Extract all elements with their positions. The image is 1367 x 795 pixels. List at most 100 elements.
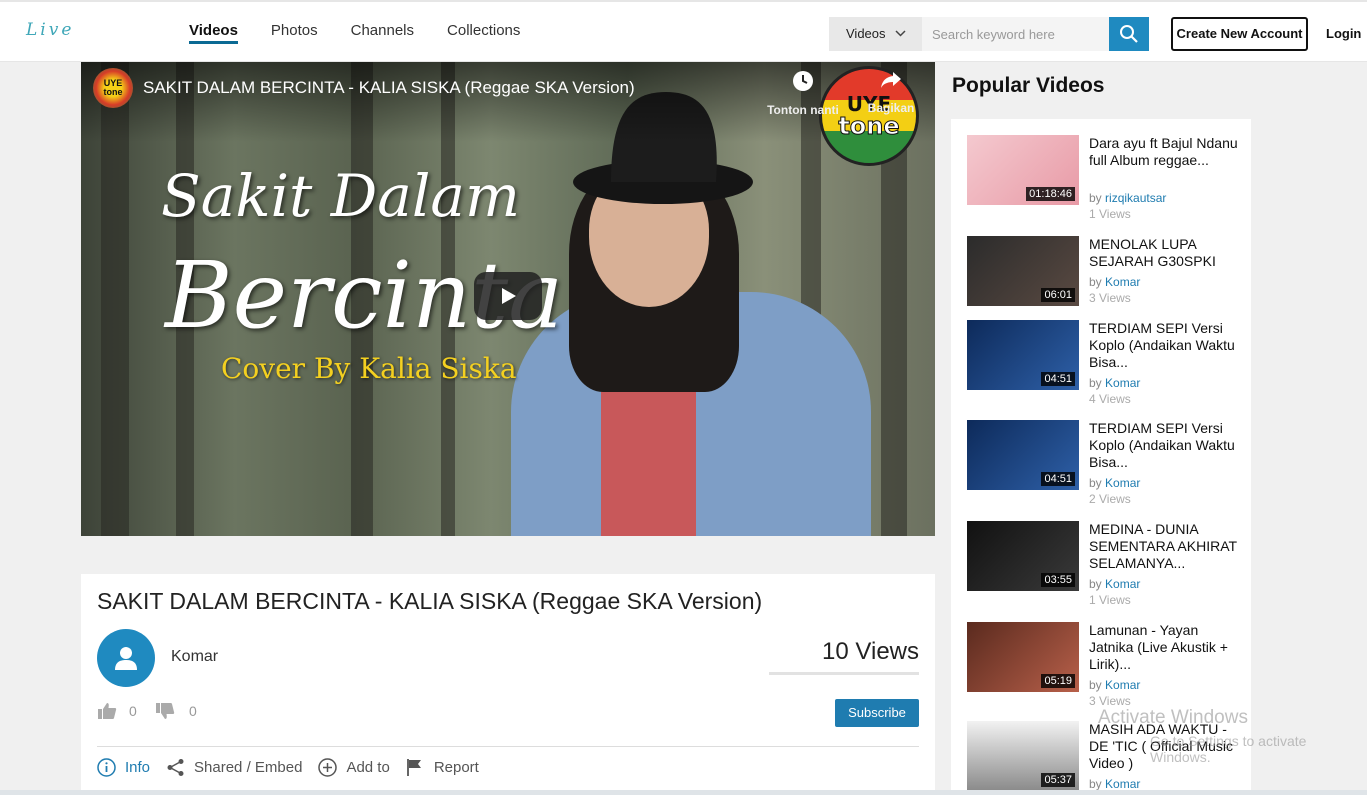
tab-share-embed-label: Shared / Embed <box>194 759 303 776</box>
windows-activation-hint: Go to Settings to activate Windows. <box>1150 733 1307 765</box>
uploader-name[interactable]: Komar <box>171 648 218 666</box>
popular-video-uploader: by Komar <box>1089 678 1140 692</box>
search-input[interactable] <box>922 17 1109 51</box>
search-category-select[interactable]: Videos <box>829 17 922 51</box>
by-label: by <box>1089 678 1102 692</box>
video-tabs: Info Shared / Embed Add to Report <box>97 758 495 777</box>
popular-video-uploader: by Komar <box>1089 476 1140 490</box>
channel-logo-line2: tone <box>103 87 123 97</box>
popular-video-views: 3 Views <box>1089 291 1131 305</box>
video-thumbnail[interactable]: 01:18:46 <box>967 135 1079 205</box>
share-label: Bagikan <box>867 101 915 115</box>
uploader-link[interactable]: Komar <box>1105 476 1140 490</box>
video-player[interactable]: Sakit Dalam Bercinta Cover By Kalia Sisk… <box>81 62 935 536</box>
popular-video-uploader: by Komar <box>1089 777 1140 791</box>
share-icon <box>167 759 184 776</box>
video-duration: 03:55 <box>1041 573 1075 587</box>
tab-share-embed[interactable]: Shared / Embed <box>166 758 302 777</box>
divider <box>97 746 919 747</box>
video-thumbnail[interactable]: 05:19 <box>967 622 1079 692</box>
tab-report[interactable]: Report <box>406 758 479 777</box>
popular-video-uploader: by Komar <box>1089 275 1140 289</box>
popular-video-uploader: by Komar <box>1089 577 1140 591</box>
uploader-link[interactable]: Komar <box>1105 678 1140 692</box>
add-circle-icon <box>318 758 338 777</box>
thumbs-down-icon <box>156 703 175 719</box>
player-video-title[interactable]: SAKIT DALAM BERCINTA - KALIA SISKA (Regg… <box>143 78 635 98</box>
video-thumbnail[interactable]: 06:01 <box>967 236 1079 306</box>
by-label: by <box>1089 275 1102 289</box>
nav-photos[interactable]: Photos <box>271 2 318 62</box>
uploader-link[interactable]: Komar <box>1105 376 1140 390</box>
watch-later-button[interactable]: Tonton nanti <box>765 70 841 117</box>
uploader-link[interactable]: Komar <box>1105 577 1140 591</box>
play-icon <box>502 288 516 304</box>
tab-info[interactable]: Info <box>97 758 150 777</box>
popular-videos-heading: Popular Videos <box>952 74 1105 97</box>
popular-video-title[interactable]: Lamunan - Yayan Jatnika (Live Akustik + … <box>1089 622 1239 673</box>
play-button[interactable] <box>474 272 542 320</box>
video-duration: 04:51 <box>1041 372 1075 386</box>
cover-title-line1: Sakit Dalam <box>161 162 520 230</box>
video-thumbnail[interactable]: 05:37 <box>967 721 1079 791</box>
tab-add-to[interactable]: Add to <box>318 758 390 777</box>
nav-channels[interactable]: Channels <box>351 2 414 62</box>
popular-video-title[interactable]: Dara ayu ft Bajul Ndanu full Album regga… <box>1089 135 1239 169</box>
tab-add-to-label: Add to <box>346 759 390 776</box>
tab-report-label: Report <box>433 759 479 776</box>
main-nav: Videos Photos Channels Collections <box>189 2 553 62</box>
search-category-label: Videos <box>846 26 886 41</box>
popular-video-uploader: by rizqikautsar <box>1089 191 1166 205</box>
video-thumbnail[interactable]: 04:51 <box>967 320 1079 390</box>
dislike-count: 0 <box>189 703 197 719</box>
popular-video-title[interactable]: TERDIAM SEPI Versi Koplo (Andaikan Waktu… <box>1089 420 1239 471</box>
by-label: by <box>1089 376 1102 390</box>
dislike-button[interactable]: 0 <box>155 702 197 720</box>
popular-videos-list: 01:18:46 Dara ayu ft Bajul Ndanu full Al… <box>951 119 1251 795</box>
clock-icon <box>765 70 841 97</box>
video-thumbnail[interactable]: 04:51 <box>967 420 1079 490</box>
uploader-link[interactable]: rizqikautsar <box>1105 191 1166 205</box>
video-duration: 06:01 <box>1041 288 1075 302</box>
video-duration: 05:19 <box>1041 674 1075 688</box>
popular-video-views: 4 Views <box>1089 392 1131 406</box>
video-thumbnail[interactable]: 03:55 <box>967 521 1079 591</box>
by-label: by <box>1089 577 1102 591</box>
nav-videos[interactable]: Videos <box>189 2 238 62</box>
channel-logo[interactable]: UYE tone <box>93 68 133 108</box>
login-link[interactable]: Login <box>1326 26 1361 41</box>
popular-video-uploader: by Komar <box>1089 376 1140 390</box>
like-count: 0 <box>129 703 137 719</box>
popular-video-title[interactable]: MEDINA - DUNIA SEMENTARA AKHIRAT SELAMAN… <box>1089 521 1239 572</box>
flag-icon <box>406 759 421 776</box>
popular-video-title[interactable]: MENOLAK LUPA SEJARAH G30SPKI <box>1089 236 1239 270</box>
cover-subtitle: Cover By Kalia Siska <box>221 352 517 385</box>
search-button[interactable] <box>1109 17 1149 51</box>
video-duration: 01:18:46 <box>1026 187 1075 201</box>
views-count: 10 Views <box>822 638 919 665</box>
by-label: by <box>1089 476 1102 490</box>
windows-activation-watermark: Activate Windows <box>1098 707 1248 728</box>
site-logo[interactable]: Live <box>26 20 74 40</box>
popular-video-views: 1 Views <box>1089 207 1131 221</box>
video-duration: 05:37 <box>1041 773 1075 787</box>
like-button[interactable]: 0 <box>97 702 137 720</box>
bottom-scroll-strip <box>0 790 1367 795</box>
create-account-button[interactable]: Create New Account <box>1171 17 1308 51</box>
watch-later-label: Tonton nanti <box>767 103 839 117</box>
share-button[interactable]: Bagikan <box>861 70 921 115</box>
popular-video-title[interactable]: TERDIAM SEPI Versi Koplo (Andaikan Waktu… <box>1089 320 1239 371</box>
brand-badge-line2: tone <box>838 112 900 140</box>
info-icon <box>97 758 116 777</box>
popular-video-views: 1 Views <box>1089 593 1131 607</box>
nav-collections[interactable]: Collections <box>447 2 520 62</box>
views-underline <box>769 672 919 675</box>
video-info-card: SAKIT DALAM BERCINTA - KALIA SISKA (Regg… <box>81 574 935 795</box>
uploader-link[interactable]: Komar <box>1105 275 1140 289</box>
popular-video-views: 2 Views <box>1089 492 1131 506</box>
uploader-link[interactable]: Komar <box>1105 777 1140 791</box>
uploader-avatar[interactable] <box>97 629 155 687</box>
tab-info-label: Info <box>125 759 151 776</box>
subscribe-button[interactable]: Subscribe <box>835 699 919 727</box>
popular-video-views: 3 Views <box>1089 694 1131 708</box>
